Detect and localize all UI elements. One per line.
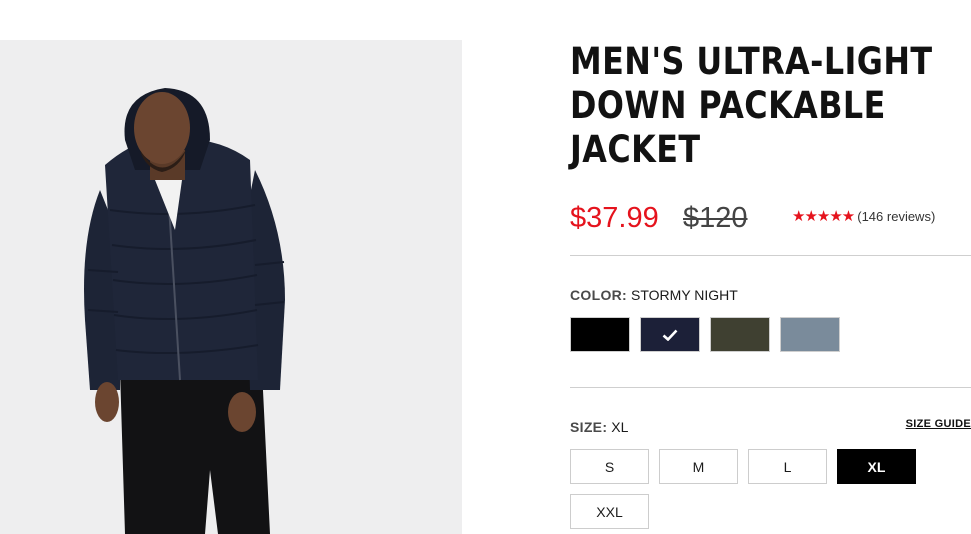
title-line-3: JACKET xyxy=(570,128,701,171)
product-info: MEN'S ULTRA-LIGHT DOWN PACKABLE JACKET $… xyxy=(570,0,971,534)
rating[interactable]: ★★★★★ (146 reviews) xyxy=(792,207,935,226)
size-guide-link[interactable]: SIZE GUIDE xyxy=(906,418,971,430)
title-line-2: DOWN PACKABLE xyxy=(570,84,886,127)
swatch-black[interactable] xyxy=(570,317,630,352)
checkmark-icon xyxy=(641,318,699,351)
size-option-s[interactable]: S xyxy=(570,449,649,484)
size-option-xl[interactable]: XL xyxy=(837,449,916,484)
size-option-l[interactable]: L xyxy=(748,449,827,484)
size-label-text: SIZE: xyxy=(570,419,608,435)
divider xyxy=(570,387,971,388)
sale-price: $37.99 xyxy=(570,202,659,234)
product-image[interactable] xyxy=(0,40,462,534)
product-title: MEN'S ULTRA-LIGHT DOWN PACKABLE JACKET xyxy=(570,40,933,172)
swatch-stormy-night[interactable] xyxy=(640,317,700,352)
selected-size-value: XL xyxy=(611,419,629,435)
swatch-slate-blue[interactable] xyxy=(780,317,840,352)
size-option-xxl[interactable]: XXL xyxy=(570,494,649,529)
price-row: $37.99 $120 ★★★★★ (146 reviews) xyxy=(570,198,971,238)
color-label-text: COLOR: xyxy=(570,287,628,303)
review-count-link[interactable]: (146 reviews) xyxy=(857,209,935,224)
selected-color-name: STORMY NIGHT xyxy=(631,287,738,303)
title-line-1: MEN'S ULTRA-LIGHT xyxy=(570,40,933,83)
swatch-olive[interactable] xyxy=(710,317,770,352)
star-rating-icon: ★★★★★ xyxy=(792,208,855,225)
model-photo xyxy=(0,40,462,534)
original-price: $120 xyxy=(683,202,748,234)
divider xyxy=(570,255,971,256)
color-swatches xyxy=(570,317,870,353)
size-option-m[interactable]: M xyxy=(659,449,738,484)
color-label: COLOR: STORMY NIGHT xyxy=(570,287,738,303)
size-label: SIZE: XL xyxy=(570,419,628,435)
